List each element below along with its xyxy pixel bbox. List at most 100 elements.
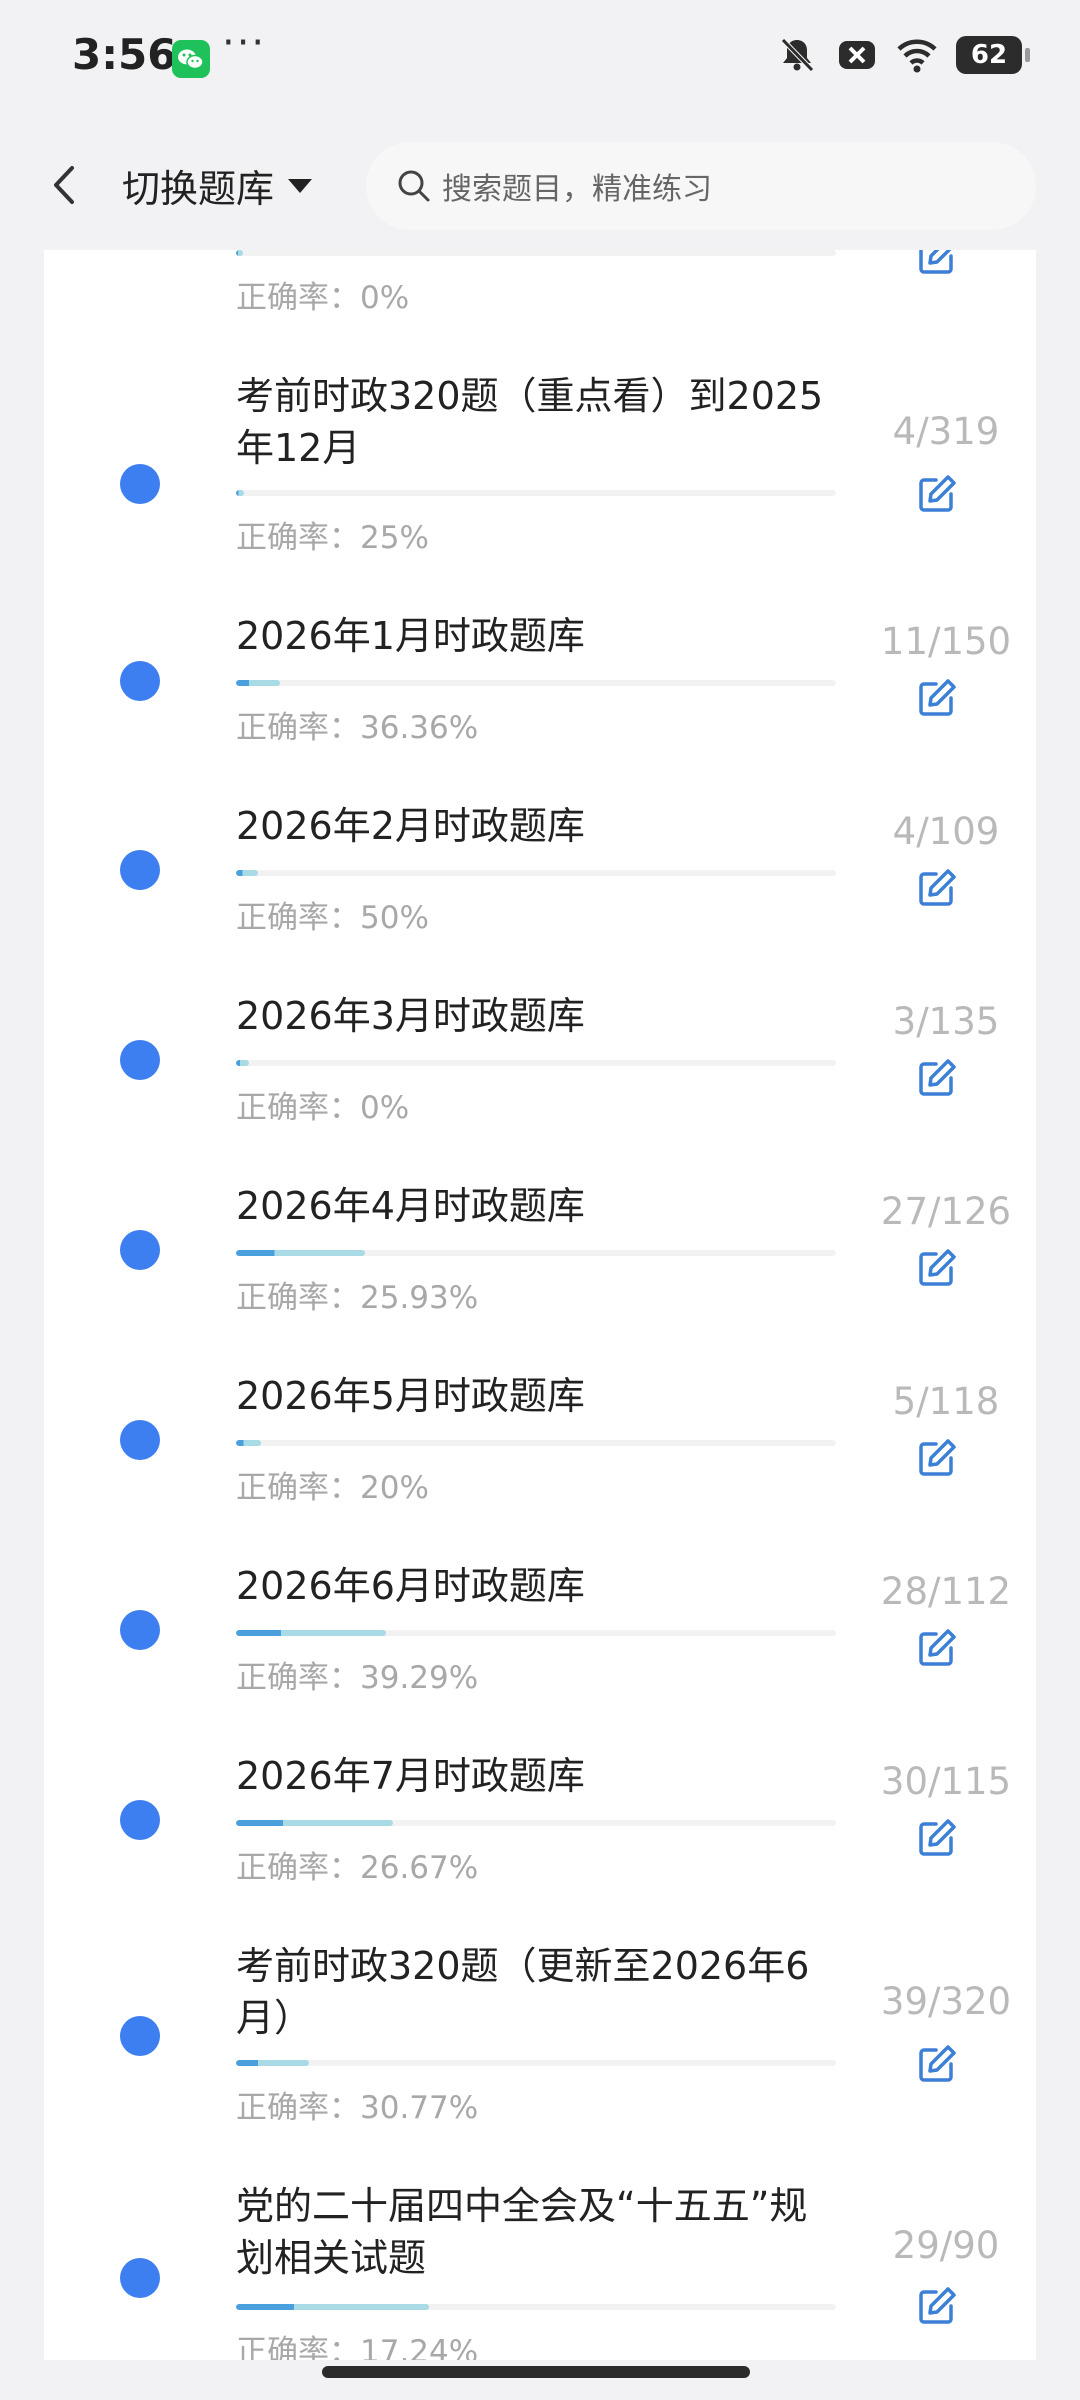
progress-count: 29/90	[892, 2224, 1000, 2267]
progress-bar	[236, 1250, 836, 1256]
battery-level: 62	[970, 40, 1008, 70]
list-item[interactable]: 2026年3月时政题库 正确率：0% 3/135	[44, 990, 1036, 1180]
header: 切换题库 搜索题目，精准练习	[0, 120, 1080, 250]
accuracy-text: 正确率：39.29%	[236, 1660, 479, 1696]
item-dot	[120, 1610, 160, 1650]
item-title: 2026年1月时政题库	[236, 614, 585, 658]
edit-icon[interactable]	[914, 1816, 958, 1860]
progress-fill	[236, 490, 244, 496]
list-item[interactable]: 2026年2月时政题库 正确率：50% 4/109	[44, 800, 1036, 990]
item-title: 党的二十届四中全会及“十五五”规划相关试题	[236, 2184, 808, 2280]
edit-icon[interactable]	[914, 250, 958, 278]
more-notifications-indicator: ···	[222, 20, 267, 66]
home-indicator[interactable]	[322, 2366, 750, 2378]
caret-down-icon	[288, 178, 313, 193]
list-item[interactable]: 2026年1月时政题库 正确率：36.36% 11/150	[44, 610, 1036, 800]
no-sim-icon	[839, 41, 875, 69]
progress-count: 4/319	[892, 410, 1000, 453]
progress-bar	[236, 680, 836, 686]
wechat-notification-icon	[172, 40, 210, 78]
progress-count: 39/320	[880, 1980, 1012, 2023]
progress-fill	[236, 1440, 262, 1446]
item-title: 2026年3月时政题库	[236, 994, 585, 1038]
accuracy-text: 正确率：30.77%	[236, 2090, 479, 2126]
list-item[interactable]: 2026年6月时政题库 正确率：39.29% 28/112	[44, 1560, 1036, 1750]
progress-fill	[236, 1820, 393, 1826]
item-title: 2026年4月时政题库	[236, 1184, 585, 1228]
progress-fill	[236, 250, 244, 256]
edit-icon[interactable]	[914, 676, 958, 720]
item-dot	[120, 2016, 160, 2056]
progress-bar	[236, 1630, 836, 1636]
list-item[interactable]: 2026年4月时政题库 正确率：25.93% 27/126	[44, 1180, 1036, 1370]
accuracy-text: 正确率：20%	[236, 1470, 429, 1506]
progress-count: 4/109	[892, 810, 1000, 853]
status-bar: 3:56 ··· 62	[0, 0, 1080, 120]
status-time: 3:56	[72, 30, 177, 79]
switch-question-bank-label: 切换题库	[122, 167, 275, 211]
progress-fill	[236, 2304, 430, 2310]
edit-icon[interactable]	[914, 472, 958, 516]
progress-count: 27/126	[880, 1190, 1012, 1233]
progress-bar	[236, 1060, 836, 1066]
list-item[interactable]: 2026年5月时政题库 正确率：20% 5/118	[44, 1370, 1036, 1560]
item-dot	[120, 1800, 160, 1840]
wifi-icon	[897, 39, 937, 73]
accuracy-text: 正确率：25.93%	[236, 1280, 479, 1316]
status-icons: 62	[776, 34, 1030, 76]
list-item[interactable]: 正确率：0%	[44, 250, 1036, 370]
progress-bar	[236, 490, 836, 496]
progress-bar	[236, 250, 836, 256]
bell-off-icon	[781, 38, 814, 72]
progress-fill	[236, 2060, 310, 2066]
progress-fill	[236, 870, 259, 876]
edit-icon[interactable]	[914, 1056, 958, 1100]
switch-question-bank-button[interactable]: 切换题库	[122, 158, 314, 213]
accuracy-text: 正确率：26.67%	[236, 1850, 479, 1886]
item-title: 2026年5月时政题库	[236, 1374, 585, 1418]
edit-icon[interactable]	[914, 1626, 958, 1670]
progress-bar	[236, 1820, 836, 1826]
progress-count: 5/118	[892, 1380, 1000, 1423]
accuracy-text: 正确率：17.24%	[236, 2334, 479, 2360]
edit-icon[interactable]	[914, 1436, 958, 1480]
accuracy-text: 正确率：50%	[236, 900, 429, 936]
item-title: 考前时政320题（更新至2026年6月）	[236, 1944, 810, 2040]
progress-count: 30/115	[880, 1760, 1012, 1803]
progress-fill	[236, 1250, 365, 1256]
item-dot	[120, 1230, 160, 1270]
progress-bar	[236, 870, 836, 876]
item-dot	[120, 1420, 160, 1460]
progress-bar	[236, 1440, 836, 1446]
search-placeholder: 搜索题目，精准练习	[442, 172, 712, 207]
edit-icon[interactable]	[914, 2284, 958, 2328]
item-title: 考前时政320题（重点看）到2025年12月	[236, 374, 824, 470]
search-icon	[398, 170, 430, 202]
edit-icon[interactable]	[914, 866, 958, 910]
edit-icon[interactable]	[914, 2042, 958, 2086]
item-dot	[120, 2258, 160, 2298]
progress-bar	[236, 2060, 836, 2066]
accuracy-text: 正确率：25%	[236, 520, 429, 556]
item-title: 2026年7月时政题库	[236, 1754, 585, 1798]
search-input[interactable]: 搜索题目，精准练习	[366, 142, 1036, 230]
list-item[interactable]: 考前时政320题（重点看）到2025年12月 正确率：25% 4/319	[44, 370, 1036, 590]
progress-fill	[236, 1060, 250, 1066]
item-title: 2026年6月时政题库	[236, 1564, 585, 1608]
progress-count: 28/112	[880, 1570, 1012, 1613]
item-dot	[120, 464, 160, 504]
edit-icon[interactable]	[914, 1246, 958, 1290]
accuracy-text: 正确率：0%	[236, 1090, 410, 1126]
progress-count: 3/135	[892, 1000, 1000, 1043]
list-item[interactable]: 考前时政320题（更新至2026年6月） 正确率：30.77% 39/320	[44, 1940, 1036, 2180]
accuracy-text: 正确率：0%	[236, 280, 410, 316]
progress-bar	[236, 2304, 836, 2310]
list-item[interactable]: 2026年7月时政题库 正确率：26.67% 30/115	[44, 1750, 1036, 1940]
item-dot	[120, 661, 160, 701]
item-dot	[120, 850, 160, 890]
battery-indicator: 62	[956, 36, 1030, 74]
item-dot	[120, 1040, 160, 1080]
list-item[interactable]: 党的二十届四中全会及“十五五”规划相关试题 正确率：17.24% 29/90	[44, 2180, 1036, 2360]
question-bank-list: 正确率：0% 考前时政320题（重点看）到2025年12月 正确率：25% 4/…	[44, 250, 1036, 2360]
back-arrow-icon[interactable]	[44, 162, 84, 208]
